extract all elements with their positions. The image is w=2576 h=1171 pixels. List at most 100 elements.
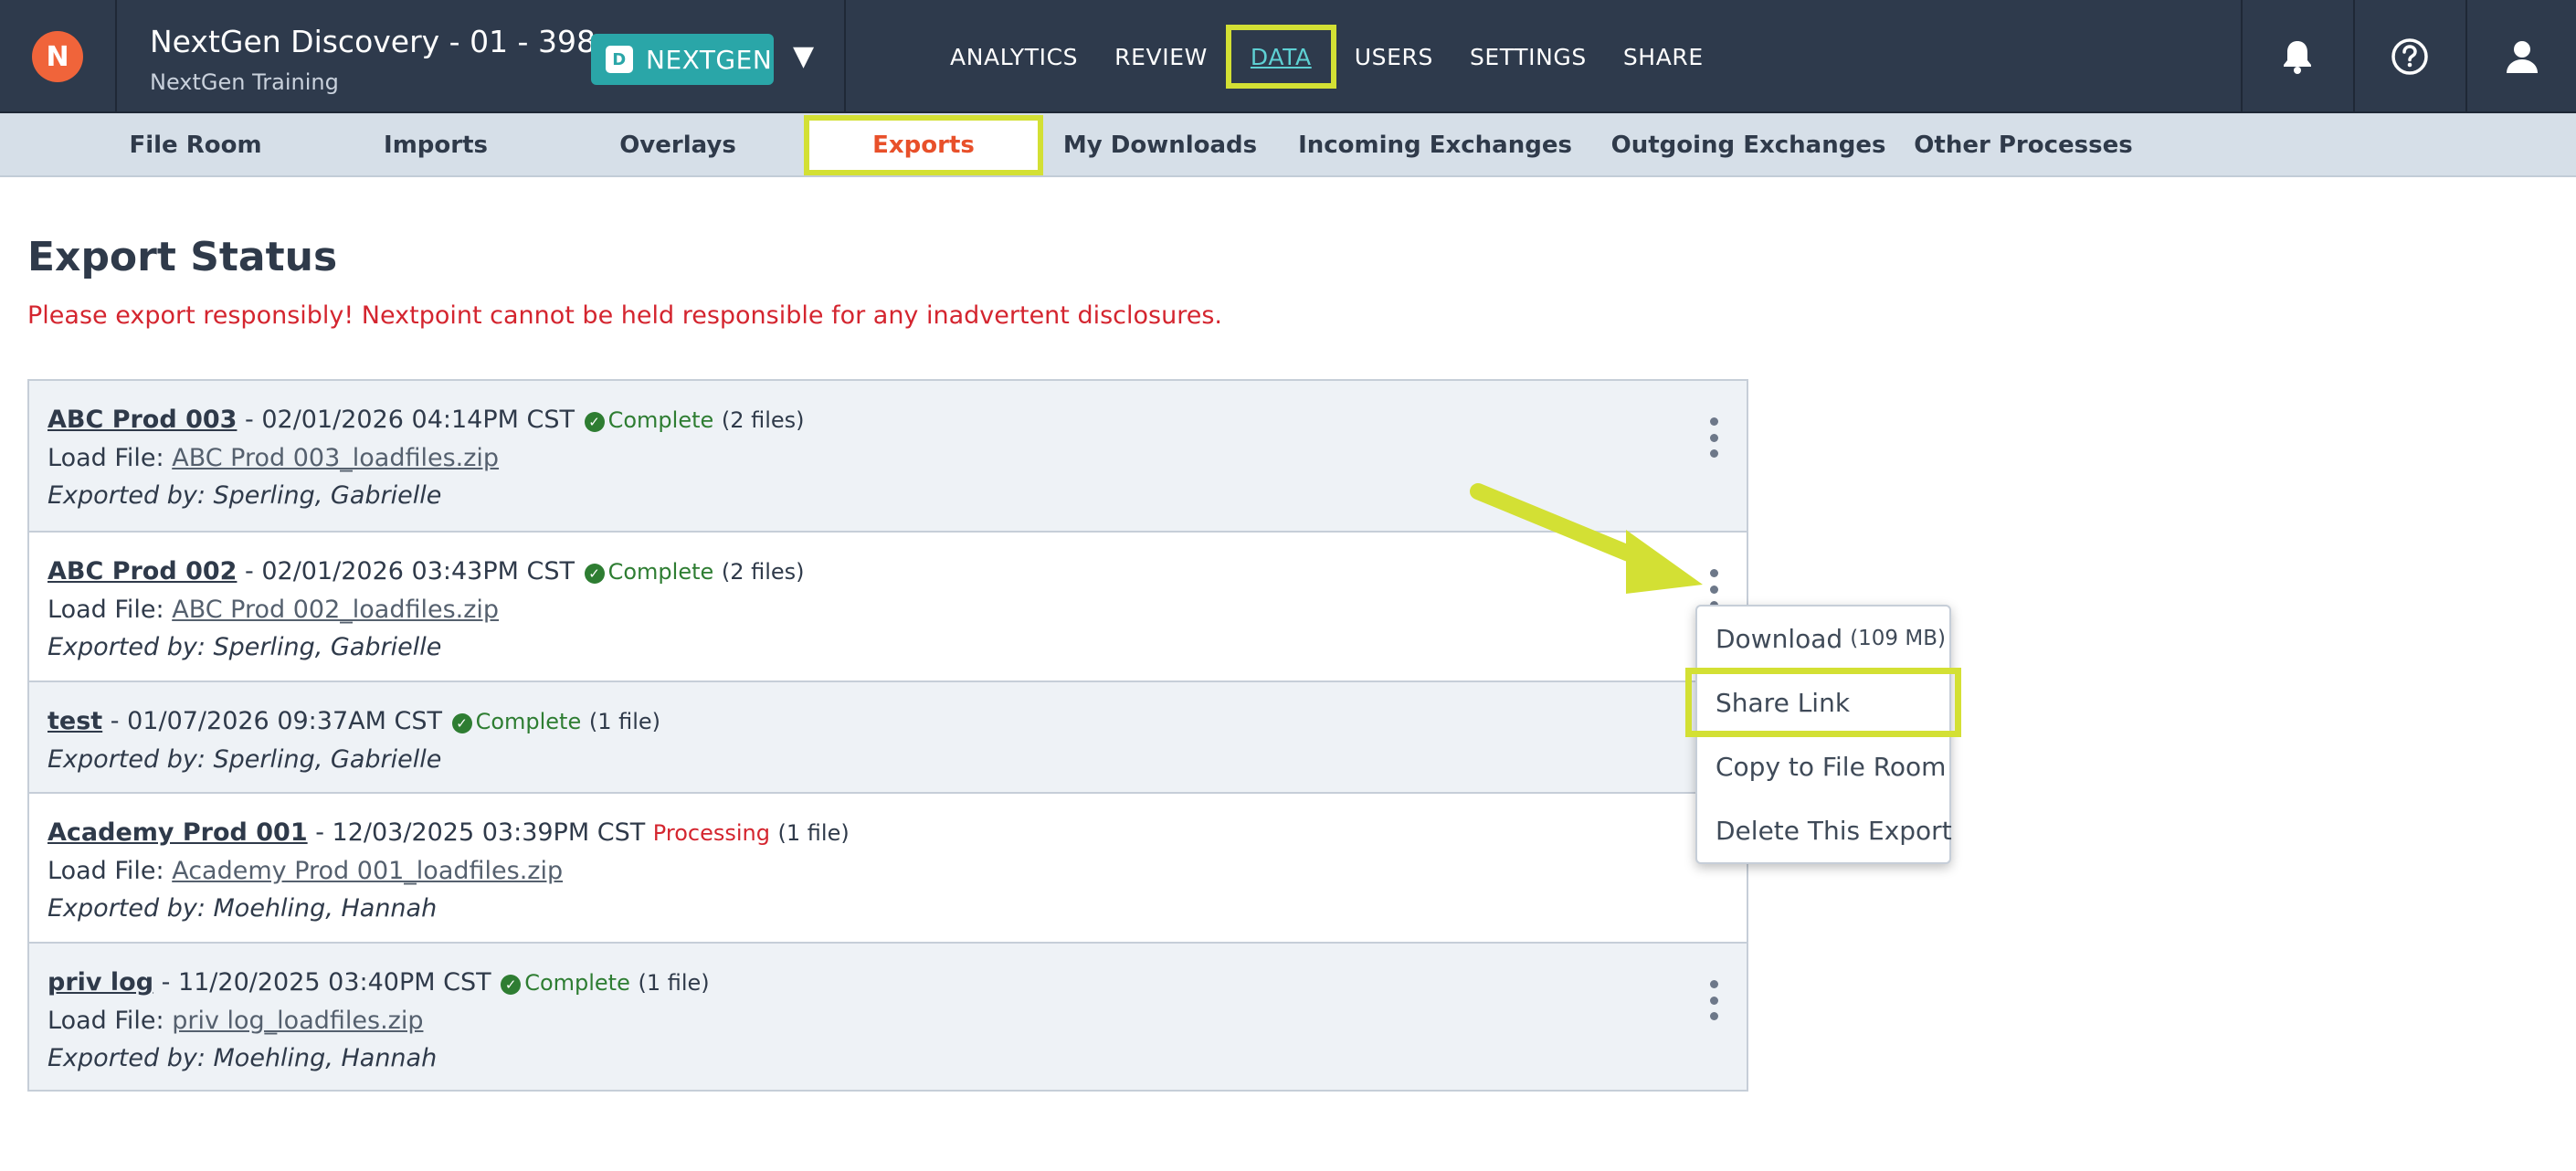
export-row: ABC Prod 003 - 02/01/2026 04:14PM CST ✓ C… xyxy=(29,381,1747,531)
exported-by-label: Exported by: xyxy=(48,745,214,774)
check-circle-icon: ✓ xyxy=(584,564,605,584)
load-file-link[interactable]: ABC Prod 002_loadfiles.zip xyxy=(172,596,499,624)
user-menu-button[interactable] xyxy=(2465,0,2576,113)
export-status: Complete xyxy=(607,559,714,585)
export-row: priv log - 11/20/2025 03:40PM CST ✓ Compl… xyxy=(29,942,1747,1090)
export-datetime: - 01/07/2026 09:37AM CST xyxy=(102,707,442,735)
tab-other-processes[interactable]: Other Processes xyxy=(1914,113,2132,177)
download-size: (109 MB) xyxy=(1850,627,1946,650)
export-file-count: (1 file) xyxy=(638,970,710,996)
export-datetime: - 12/03/2025 03:39PM CST xyxy=(307,818,646,847)
tab-exports[interactable]: Exports xyxy=(804,115,1043,175)
load-file-line: Load File: priv log_loadfiles.zip xyxy=(48,1002,1728,1039)
load-file-label: Load File: xyxy=(48,857,173,885)
nav-settings[interactable]: SETTINGS xyxy=(1452,25,1605,89)
notifications-button[interactable] xyxy=(2241,0,2352,113)
case-subtitle: NextGen Training xyxy=(150,69,339,95)
workspace-badge[interactable]: D NEXTGEN xyxy=(591,34,774,85)
download-menu-item[interactable]: Download (109 MB) xyxy=(1697,607,1949,670)
tab-outgoing-exchanges[interactable]: Outgoing Exchanges xyxy=(1611,113,1886,177)
export-file-count: (1 file) xyxy=(777,820,850,846)
top-bar: N NextGen Discovery - 01 - 398... NextGe… xyxy=(0,0,2576,113)
copy-to-file-room-menu-item[interactable]: Copy to File Room xyxy=(1697,734,1949,798)
exported-by-name: Moehling, Hannah xyxy=(213,1044,438,1072)
export-status: Complete xyxy=(607,407,714,433)
export-warning: Please export responsibly! Nextpoint can… xyxy=(27,301,1222,330)
tab-imports[interactable]: Imports xyxy=(349,113,523,177)
export-header-line: ABC Prod 003 - 02/01/2026 04:14PM CST ✓ C… xyxy=(48,401,1728,439)
help-button[interactable] xyxy=(2353,0,2465,113)
user-icon xyxy=(2507,41,2538,73)
nav-analytics[interactable]: ANALYTICS xyxy=(932,25,1096,89)
export-status: Complete xyxy=(475,709,582,734)
export-header-line: ABC Prod 002 - 02/01/2026 03:43PM CST ✓ C… xyxy=(48,553,1728,591)
export-row: Academy Prod 001 - 12/03/2025 03:39PM CS… xyxy=(29,792,1747,942)
workspace-icon: D xyxy=(606,46,633,73)
exported-by-label: Exported by: xyxy=(48,894,214,923)
nav-data[interactable]: DATA xyxy=(1225,25,1336,89)
nav-users[interactable]: USERS xyxy=(1336,25,1452,89)
tab-file-room[interactable]: File Room xyxy=(110,113,281,177)
load-file-label: Load File: xyxy=(48,596,173,624)
exported-by-name: Moehling, Hannah xyxy=(213,894,438,923)
download-label: Download xyxy=(1716,623,1843,654)
nav-share[interactable]: SHARE xyxy=(1605,25,1722,89)
tab-overlays[interactable]: Overlays xyxy=(590,113,765,177)
nextpoint-logo[interactable]: N xyxy=(32,31,83,82)
export-file-count: (2 files) xyxy=(721,407,805,433)
workspace-label: NEXTGEN xyxy=(646,44,773,75)
export-header-line: priv log - 11/20/2025 03:40PM CST ✓ Compl… xyxy=(48,964,1728,1002)
export-header-line: Academy Prod 001 - 12/03/2025 03:39PM CS… xyxy=(48,814,1728,852)
row-actions-kebab-icon[interactable] xyxy=(1706,569,1721,609)
export-actions-menu: Download (109 MB) Share Link Copy to Fil… xyxy=(1685,605,1961,864)
load-file-link[interactable]: Academy Prod 001_loadfiles.zip xyxy=(172,857,563,885)
export-name-link[interactable]: priv log xyxy=(48,968,153,997)
check-circle-icon: ✓ xyxy=(501,975,522,995)
logo-cell[interactable]: N xyxy=(0,0,117,113)
exported-by-label: Exported by: xyxy=(48,481,214,510)
export-list: ABC Prod 003 - 02/01/2026 04:14PM CST ✓ C… xyxy=(27,379,1748,1092)
case-title[interactable]: NextGen Discovery - 01 - 398... xyxy=(150,24,624,59)
bell-icon xyxy=(2284,41,2311,74)
share-link-menu-item[interactable]: Share Link xyxy=(1685,668,1961,737)
export-header-line: test - 01/07/2026 09:37AM CST ✓ Complete … xyxy=(48,702,1728,741)
exported-by-name: Sperling, Gabrielle xyxy=(213,633,442,661)
check-circle-icon: ✓ xyxy=(451,713,472,733)
load-file-line: Load File: ABC Prod 002_loadfiles.zip xyxy=(48,591,1728,628)
page-title: Export Status xyxy=(27,234,338,280)
check-circle-icon: ✓ xyxy=(584,412,605,432)
load-file-line: Load File: Academy Prod 001_loadfiles.zi… xyxy=(48,852,1728,890)
main-nav: ANALYTICS REVIEW DATA USERS SETTINGS SHA… xyxy=(932,0,1722,113)
load-file-label: Load File: xyxy=(48,444,173,472)
load-file-link[interactable]: ABC Prod 003_loadfiles.zip xyxy=(172,444,499,472)
load-file-link[interactable]: priv log_loadfiles.zip xyxy=(172,1007,423,1035)
export-name-link[interactable]: Academy Prod 001 xyxy=(48,818,308,847)
export-file-count: (1 file) xyxy=(588,709,661,734)
row-actions-kebab-icon[interactable] xyxy=(1706,417,1721,458)
delete-export-menu-item[interactable]: Delete This Export xyxy=(1697,798,1952,862)
export-name-link[interactable]: ABC Prod 002 xyxy=(48,557,237,586)
exported-by-name: Sperling, Gabrielle xyxy=(213,745,442,774)
load-file-line: Load File: ABC Prod 003_loadfiles.zip xyxy=(48,439,1728,477)
export-datetime: - 02/01/2026 03:43PM CST xyxy=(237,557,575,586)
export-name-link[interactable]: test xyxy=(48,707,102,735)
workspace-dropdown-icon[interactable]: ▼ xyxy=(793,40,814,72)
export-status: Complete xyxy=(524,970,630,996)
tab-my-downloads[interactable]: My Downloads xyxy=(1060,113,1261,177)
export-name-link[interactable]: ABC Prod 003 xyxy=(48,406,237,434)
tab-incoming-exchanges[interactable]: Incoming Exchanges xyxy=(1297,113,1573,177)
exported-by-line: Exported by: Sperling, Gabrielle xyxy=(48,477,1728,514)
load-file-label: Load File: xyxy=(48,1007,173,1035)
exported-by-line: Exported by: Moehling, Hannah xyxy=(48,1039,1728,1077)
exported-by-line: Exported by: Sperling, Gabrielle xyxy=(48,628,1728,666)
exported-by-line: Exported by: Moehling, Hannah xyxy=(48,890,1728,927)
row-actions-kebab-icon[interactable] xyxy=(1706,980,1721,1020)
header-divider xyxy=(844,0,846,113)
export-datetime: - 02/01/2026 04:14PM CST xyxy=(237,406,575,434)
nav-review[interactable]: REVIEW xyxy=(1096,25,1226,89)
export-file-count: (2 files) xyxy=(721,559,805,585)
exported-by-line: Exported by: Sperling, Gabrielle xyxy=(48,741,1728,778)
export-row: test - 01/07/2026 09:37AM CST ✓ Complete … xyxy=(29,680,1747,792)
exported-by-label: Exported by: xyxy=(48,1044,214,1072)
exported-by-name: Sperling, Gabrielle xyxy=(213,481,442,510)
